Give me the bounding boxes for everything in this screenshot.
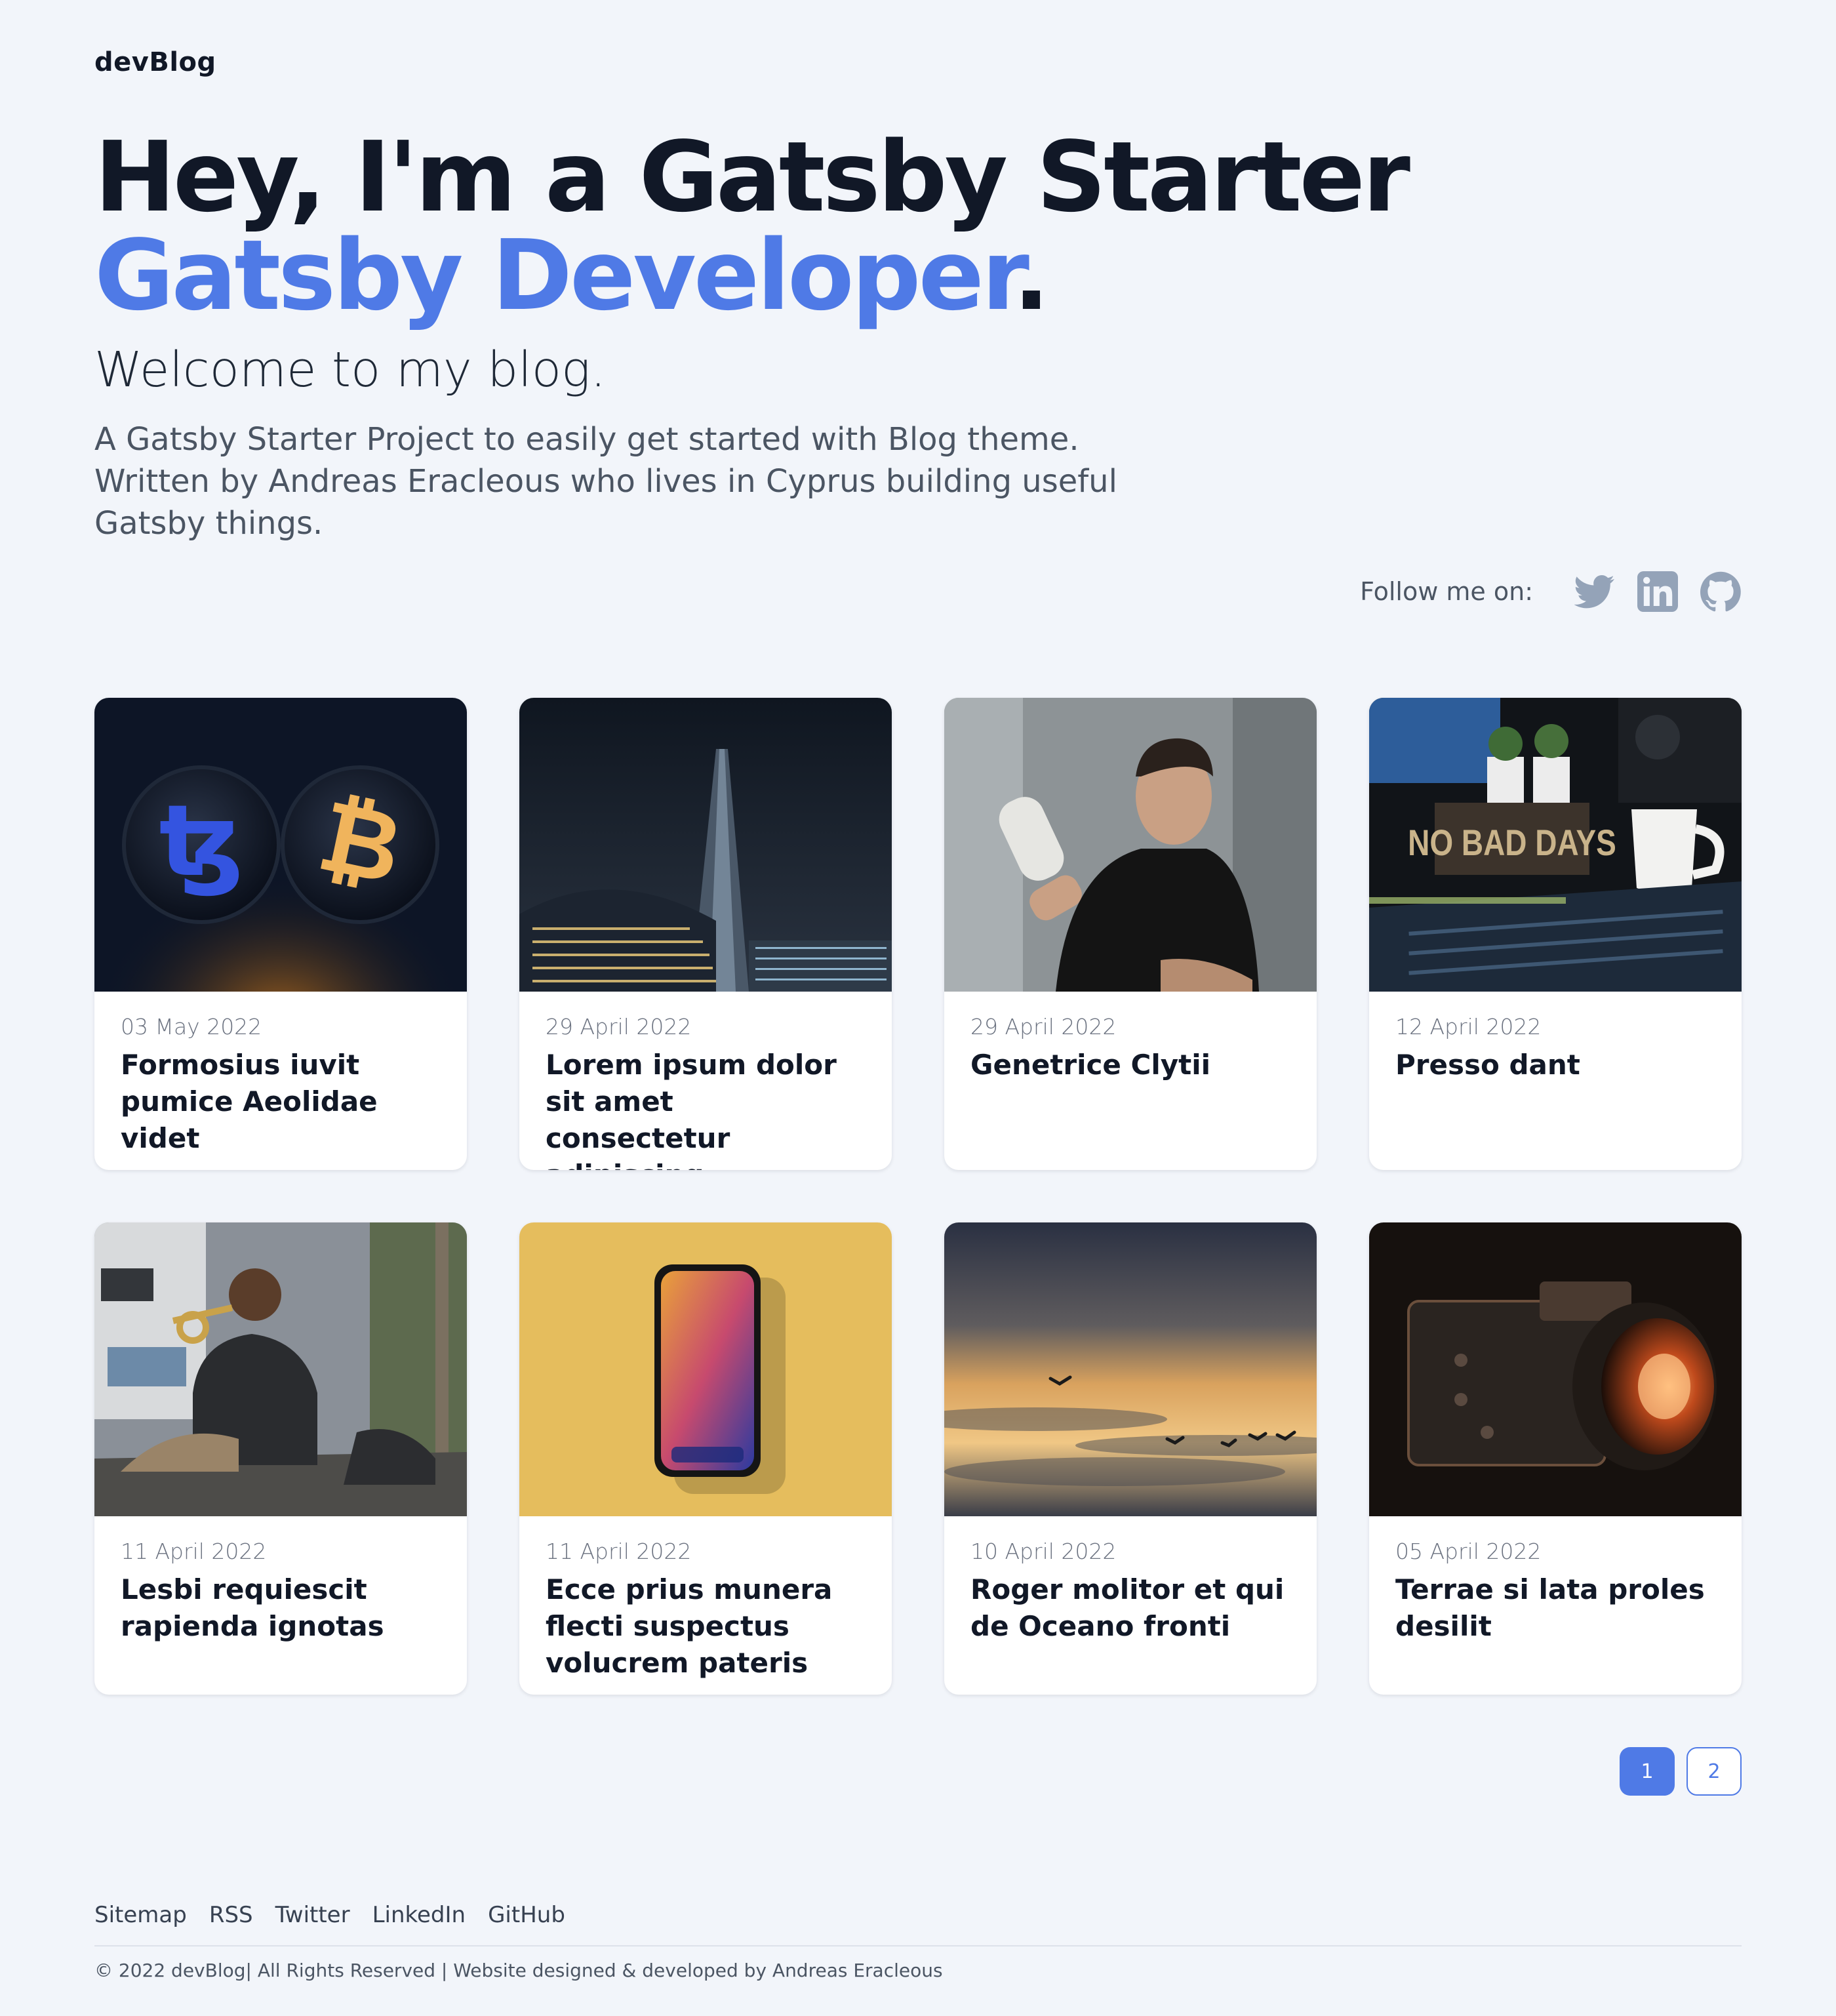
no-bad-days-sign: NO BAD DAYS <box>1408 822 1616 863</box>
post-date: 29 April 2022 <box>970 1014 1117 1039</box>
follow-label: Follow me on: <box>1360 577 1533 606</box>
hero-heading-line2: Gatsby Developer. <box>94 227 1050 324</box>
about-description: A Gatsby Starter Project to easily get s… <box>94 421 1117 542</box>
post-date: 11 April 2022 <box>546 1539 692 1564</box>
post-card[interactable]: 29 April 2022 Genetrice Clytii <box>944 698 1317 1170</box>
footer-link-rss[interactable]: RSS <box>209 1902 253 1928</box>
post-thumbnail <box>1369 1222 1742 1516</box>
post-card[interactable]: NO BAD DAYS 12 April 2022 Presso dant <box>1369 698 1742 1170</box>
post-card[interactable]: 11 April 2022 Lesbi requiescit rapienda … <box>94 1222 467 1695</box>
post-title[interactable]: Presso dant <box>1395 1047 1715 1083</box>
post-title[interactable]: Lesbi requiescit rapienda ignotas <box>121 1571 441 1645</box>
github-icon[interactable] <box>1700 571 1742 613</box>
post-thumbnail <box>94 1222 467 1516</box>
hero-highlight: Gatsby Developer <box>94 219 1016 332</box>
post-title[interactable]: Genetrice Clytii <box>970 1047 1290 1083</box>
svg-text:ꜩ: ꜩ <box>159 784 244 898</box>
post-card[interactable]: 29 April 2022 Lorem ipsum dolor sit amet… <box>519 698 892 1170</box>
post-thumbnail: ꜩ ₿ <box>94 698 467 992</box>
post-title[interactable]: Formosius iuvit pumice Aeolidae videt <box>121 1047 441 1157</box>
post-thumbnail: NO BAD DAYS <box>1369 698 1742 992</box>
post-grid: ꜩ ₿ 03 May 2022 Formosius iuvit pumice A… <box>94 698 1742 1695</box>
post-thumbnail <box>519 1222 892 1516</box>
linkedin-icon[interactable] <box>1637 571 1679 613</box>
page-button-2[interactable]: 2 <box>1686 1747 1742 1796</box>
hero-period: . <box>1012 219 1050 332</box>
pagination: 1 2 <box>1608 1747 1742 1796</box>
site-logo[interactable]: devBlog <box>94 47 216 77</box>
footer-link-twitter[interactable]: Twitter <box>275 1902 350 1928</box>
footer-links: Sitemap RSS Twitter LinkedIn GitHub <box>94 1902 588 1928</box>
post-thumbnail <box>519 698 892 992</box>
welcome-text: Welcome to my blog. <box>94 342 606 398</box>
hero-heading-line1: Hey, I'm a Gatsby Starter <box>94 121 1410 233</box>
footer-link-github[interactable]: GitHub <box>488 1902 565 1928</box>
post-title[interactable]: Lorem ipsum dolor sit amet consectetur a… <box>546 1047 866 1170</box>
footer-link-sitemap[interactable]: Sitemap <box>94 1902 187 1928</box>
post-date: 29 April 2022 <box>546 1014 692 1039</box>
twitter-icon[interactable] <box>1574 571 1616 613</box>
post-thumbnail <box>944 1222 1317 1516</box>
post-thumbnail <box>944 698 1317 992</box>
footer-link-linkedin[interactable]: LinkedIn <box>372 1902 466 1928</box>
post-title[interactable]: Roger molitor et qui de Oceano fronti <box>970 1571 1290 1645</box>
post-date: 05 April 2022 <box>1395 1539 1542 1564</box>
post-card[interactable]: 10 April 2022 Roger molitor et qui de Oc… <box>944 1222 1317 1695</box>
post-title[interactable]: Terrae si lata proles desilit <box>1395 1571 1715 1645</box>
post-card[interactable]: ꜩ ₿ 03 May 2022 Formosius iuvit pumice A… <box>94 698 467 1170</box>
post-date: 11 April 2022 <box>121 1539 267 1564</box>
footer-divider <box>94 1945 1742 1946</box>
post-card[interactable]: 11 April 2022 Ecce prius munera flecti s… <box>519 1222 892 1695</box>
post-date: 12 April 2022 <box>1395 1014 1542 1039</box>
follow-bar: Follow me on: <box>1360 569 1742 614</box>
post-date: 03 May 2022 <box>121 1014 262 1039</box>
post-card[interactable]: 05 April 2022 Terrae si lata proles desi… <box>1369 1222 1742 1695</box>
copyright: © 2022 devBlog| All Rights Reserved | We… <box>94 1960 943 1981</box>
post-date: 10 April 2022 <box>970 1539 1117 1564</box>
page-button-1[interactable]: 1 <box>1620 1747 1675 1796</box>
post-title[interactable]: Ecce prius munera flecti suspectus voluc… <box>546 1571 866 1682</box>
